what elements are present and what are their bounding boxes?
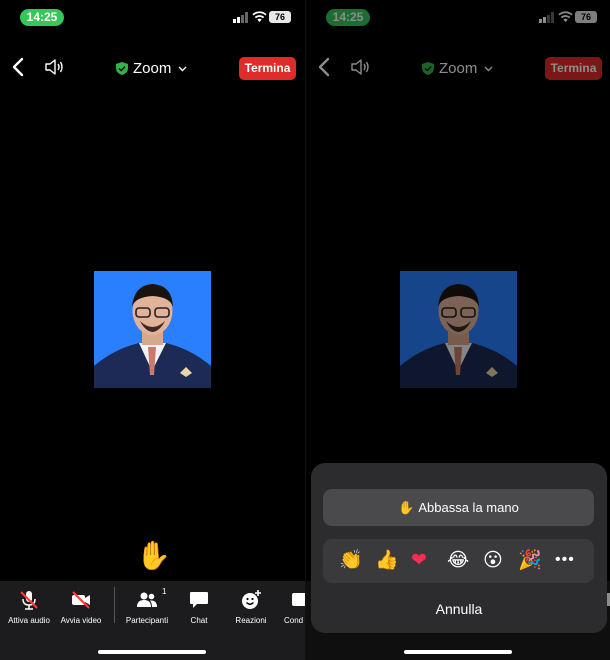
end-meeting-button[interactable]: Termina	[239, 57, 296, 80]
surprised-reaction-icon[interactable]: 😮	[483, 550, 503, 572]
emoji-add-icon	[242, 590, 261, 609]
status-time: 14:25	[20, 9, 64, 26]
status-bar: 14:25 76	[0, 0, 305, 36]
lower-hand-label: Abbassa la mano	[418, 500, 519, 515]
chat-bubble-icon	[190, 592, 208, 608]
clap-reaction-icon[interactable]: 👏	[339, 550, 363, 572]
more-reactions-icon[interactable]: •••	[555, 551, 575, 569]
back-icon[interactable]	[8, 56, 30, 78]
thumbs-up-reaction-icon[interactable]: 👍	[375, 550, 399, 572]
wifi-icon	[252, 11, 267, 22]
raised-hand-icon: ✋	[398, 499, 415, 515]
video-off-icon	[72, 591, 90, 609]
more-label: Cond	[284, 616, 304, 625]
more-button[interactable]: Cond	[284, 589, 305, 625]
start-video-label: Avvia video	[60, 616, 102, 625]
party-reaction-icon[interactable]: 🎉	[518, 550, 542, 572]
participants-icon	[137, 592, 157, 607]
home-indicator	[98, 650, 206, 654]
reactions-row: 👏 👍 ❤ 😂 😮 🎉 •••	[323, 539, 594, 583]
mic-muted-icon	[20, 591, 38, 610]
laugh-reaction-icon[interactable]: 😂	[447, 550, 469, 572]
participants-count-badge: 1	[162, 587, 167, 596]
reactions-button[interactable]: Reazioni	[232, 589, 270, 625]
reactions-screen: 14:25 76 Zoom Termina ✋ Abbassa la mano …	[305, 0, 610, 660]
meeting-title-dropdown[interactable]: Zoom	[116, 58, 187, 78]
start-video-button[interactable]: Avvia video	[58, 589, 104, 625]
participants-label: Partecipanti	[125, 616, 169, 625]
speaker-icon[interactable]	[44, 58, 64, 76]
shield-check-icon	[116, 61, 128, 75]
toolbar-divider	[114, 587, 115, 623]
cancel-button[interactable]: Annulla	[311, 601, 607, 617]
share-screen-icon	[292, 593, 305, 606]
raised-hand-icon: ✋	[136, 540, 171, 571]
signal-icon	[233, 12, 248, 23]
participant-avatar	[94, 271, 211, 388]
heart-reaction-icon[interactable]: ❤	[411, 550, 427, 572]
lower-hand-button[interactable]: ✋ Abbassa la mano	[323, 489, 594, 526]
unmute-audio-label: Attiva audio	[8, 616, 50, 625]
chevron-down-icon	[178, 66, 187, 71]
unmute-audio-button[interactable]: Attiva audio	[6, 589, 52, 625]
meeting-toolbar: Attiva audio Avvia video Partecipanti 1 …	[0, 581, 305, 660]
meeting-screen: 14:25 76 Zoom Termina ✋ Attiva audio Avv…	[0, 0, 305, 660]
battery-icon: 76	[269, 11, 291, 23]
home-indicator	[404, 650, 512, 654]
chat-button[interactable]: Chat	[182, 589, 216, 625]
chat-label: Chat	[190, 616, 208, 625]
meeting-title: Zoom	[133, 59, 172, 77]
reactions-label: Reazioni	[235, 616, 267, 625]
reactions-sheet: ✋ Abbassa la mano 👏 👍 ❤ 😂 😮 🎉 ••• Annull…	[311, 463, 607, 633]
